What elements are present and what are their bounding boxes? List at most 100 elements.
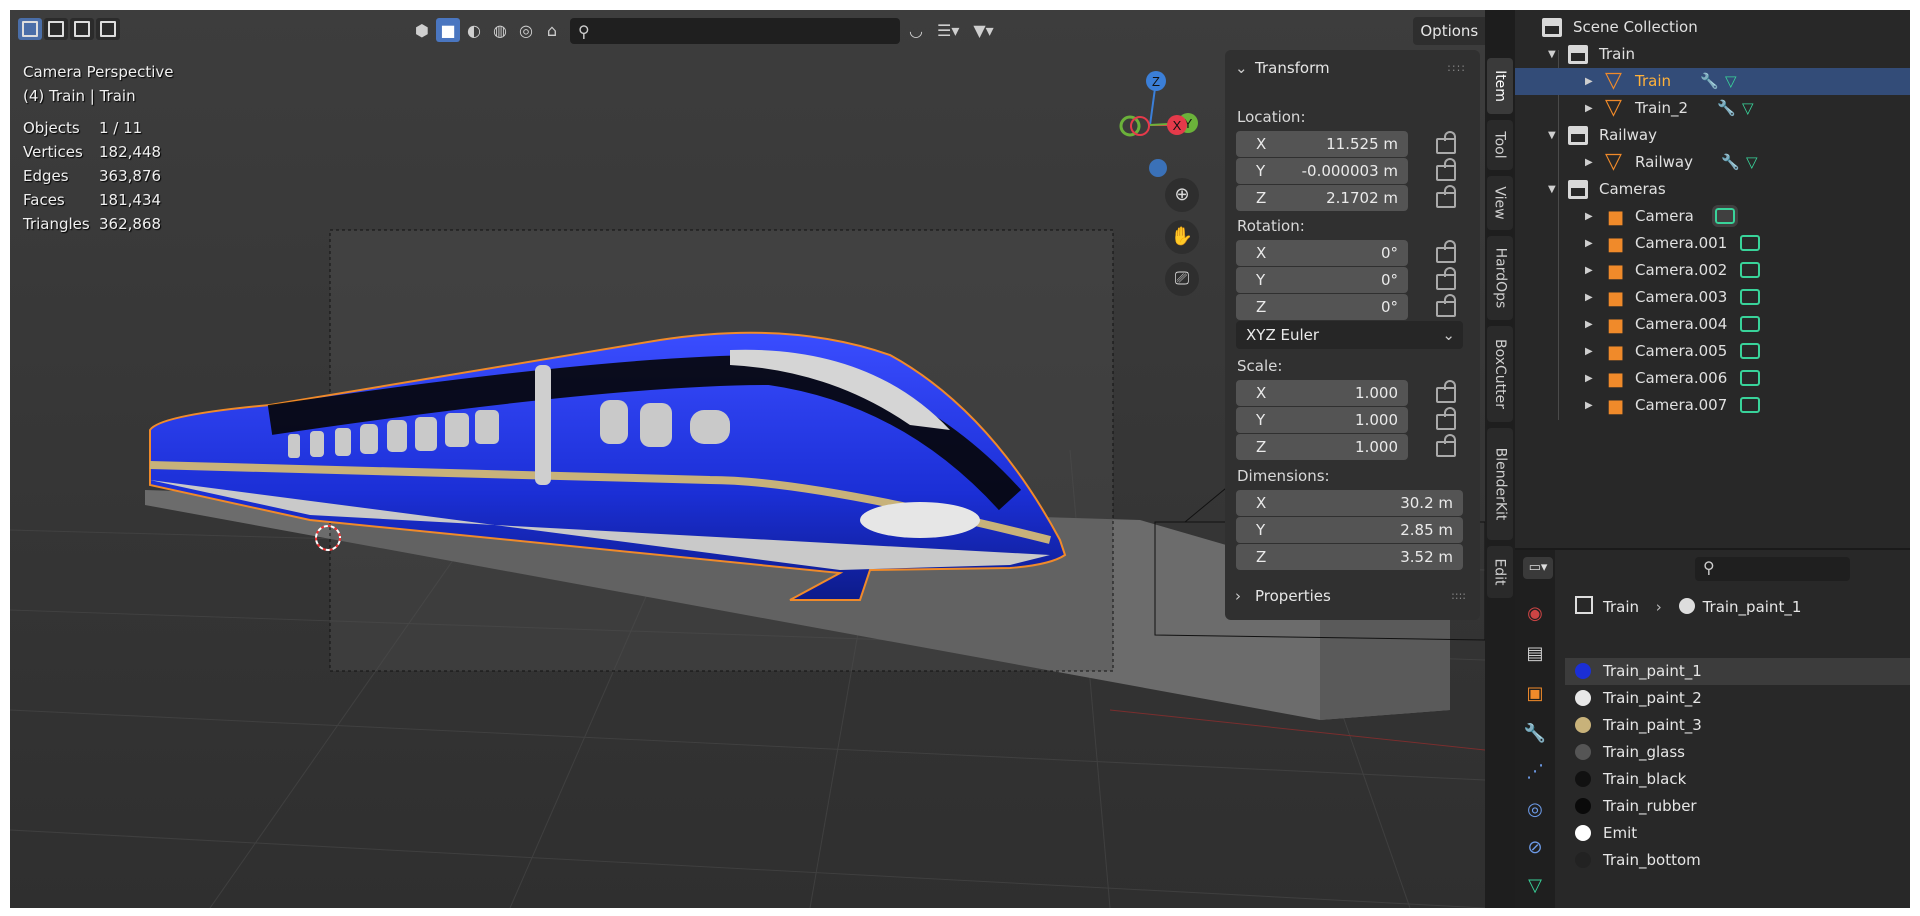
output-props-icon[interactable]: ▤: [1519, 640, 1551, 668]
expand-triangle-icon[interactable]: ▶: [1585, 311, 1593, 338]
properties-panel-header[interactable]: › Properties ::::: [1225, 578, 1480, 614]
expand-triangle-icon[interactable]: ▶: [1585, 392, 1593, 419]
outliner-object-train[interactable]: ▶ Train 🔧 ▽: [1515, 67, 1910, 95]
tab-view[interactable]: View: [1487, 176, 1513, 230]
camera-data-icon[interactable]: [1740, 370, 1760, 386]
camera-data-icon[interactable]: [1740, 289, 1760, 305]
tab-tool[interactable]: Tool: [1487, 120, 1513, 170]
rotation-y-field[interactable]: Y 0°: [1236, 267, 1408, 293]
location-y-field[interactable]: Y -0.000003 m: [1236, 158, 1408, 184]
constraints-icon[interactable]: ⊘: [1519, 834, 1551, 862]
object-props-icon[interactable]: ▣: [1519, 680, 1551, 708]
camera-data-icon[interactable]: [1740, 262, 1760, 278]
dimensions-y-field[interactable]: Y 2.85 m: [1236, 517, 1463, 543]
outliner-collection-railway[interactable]: ▼ Railway: [1515, 122, 1910, 149]
expand-triangle-icon[interactable]: ▶: [1585, 68, 1593, 95]
lock-icon[interactable]: [1436, 267, 1456, 290]
lock-icon[interactable]: [1436, 240, 1456, 263]
expand-triangle-icon[interactable]: ▶: [1585, 95, 1593, 122]
navigation-gizmo[interactable]: Z Y X: [1100, 65, 1220, 185]
modifier-wrench-icon[interactable]: 🔧: [1721, 149, 1740, 176]
outliner-object-camera[interactable]: ▶ Camera.001: [1515, 230, 1910, 258]
material-slot[interactable]: Train_paint_1: [1565, 658, 1910, 685]
solid-shading-icon[interactable]: ■: [436, 18, 460, 42]
mesh-data-icon[interactable]: ▽: [1746, 149, 1758, 176]
material-slot[interactable]: Train_rubber: [1565, 793, 1910, 820]
expand-triangle-icon[interactable]: ▶: [1585, 230, 1593, 257]
camera-view-icon[interactable]: ⎚: [1165, 262, 1199, 296]
mesh-data-icon[interactable]: ▽: [1742, 95, 1754, 122]
lock-icon[interactable]: [1436, 158, 1456, 181]
wireframe-shading-icon[interactable]: ⬢: [410, 18, 434, 42]
expand-triangle-icon[interactable]: ▶: [1585, 149, 1593, 176]
outliner-object-camera[interactable]: ▶ Camera.005: [1515, 338, 1910, 366]
rotation-z-field[interactable]: Z 0°: [1236, 294, 1408, 320]
location-z-field[interactable]: Z 2.1702 m: [1236, 185, 1408, 211]
material-slot[interactable]: Train_glass: [1565, 739, 1910, 766]
material-slot[interactable]: Train_paint_2: [1565, 685, 1910, 712]
scale-y-field[interactable]: Y 1.000: [1236, 407, 1408, 433]
rotation-mode-select[interactable]: XYZ Euler ⌄: [1236, 321, 1463, 349]
modifier-wrench-icon[interactable]: 🔧: [1717, 95, 1736, 122]
material-slot[interactable]: Train_black: [1565, 766, 1910, 793]
expand-triangle-icon[interactable]: ▶: [1585, 365, 1593, 392]
camera-data-icon[interactable]: [1740, 397, 1760, 413]
select-subtract-icon[interactable]: [70, 18, 94, 40]
camera-data-icon[interactable]: [1712, 205, 1738, 227]
outliner-collection-cameras[interactable]: ▼ Cameras: [1515, 176, 1910, 203]
drag-handle-icon[interactable]: ::::: [1447, 50, 1466, 86]
collapse-triangle-icon[interactable]: ▼: [1548, 41, 1556, 68]
filter-icon[interactable]: ▼▾: [969, 18, 997, 44]
dimensions-x-field[interactable]: X 30.2 m: [1236, 490, 1463, 516]
camera-data-icon[interactable]: [1740, 316, 1760, 332]
outliner-object-camera[interactable]: ▶ Camera: [1515, 203, 1910, 231]
lock-icon[interactable]: [1436, 434, 1456, 457]
material-slot[interactable]: Train_bottom: [1565, 847, 1910, 874]
outliner-object-railway[interactable]: ▶ Railway 🔧 ▽: [1515, 148, 1910, 176]
location-x-field[interactable]: X 11.525 m: [1236, 131, 1408, 157]
scale-z-field[interactable]: Z 1.000: [1236, 434, 1408, 460]
modifier-wrench-icon[interactable]: 🔧: [1700, 68, 1719, 95]
outliner-object-camera[interactable]: ▶ Camera.002: [1515, 257, 1910, 285]
rotation-x-field[interactable]: X 0°: [1236, 240, 1408, 266]
mesh-data-icon[interactable]: ▽: [1519, 872, 1551, 900]
outliner-collection-train[interactable]: ▼ Train: [1515, 41, 1910, 68]
properties-search-input[interactable]: ⚲: [1695, 557, 1850, 581]
select-extend-icon[interactable]: [44, 18, 68, 40]
expand-triangle-icon[interactable]: ▶: [1585, 257, 1593, 284]
tab-edit[interactable]: Edit: [1487, 546, 1513, 598]
outliner-object-train-2[interactable]: ▶ Train_2 🔧 ▽: [1515, 94, 1910, 122]
drop-icon[interactable]: ◍: [488, 18, 512, 42]
tab-item[interactable]: Item: [1487, 58, 1513, 114]
particles-icon[interactable]: ⋰: [1519, 758, 1551, 786]
select-intersect-icon[interactable]: [96, 18, 120, 40]
expand-triangle-icon[interactable]: ▶: [1585, 203, 1593, 230]
outliner-object-camera[interactable]: ▶ Camera.007: [1515, 392, 1910, 420]
transform-panel-header[interactable]: ⌄ Transform ::::: [1225, 50, 1480, 86]
tab-hardops[interactable]: HardOps: [1487, 236, 1513, 320]
scale-x-field[interactable]: X 1.000: [1236, 380, 1408, 406]
collapse-triangle-icon[interactable]: ▼: [1548, 122, 1556, 149]
material-slot[interactable]: Emit: [1565, 820, 1910, 847]
pan-hand-icon[interactable]: ✋: [1165, 220, 1199, 254]
camera-data-icon[interactable]: [1740, 343, 1760, 359]
render-props-icon[interactable]: ◉: [1519, 600, 1551, 628]
outliner-object-camera[interactable]: ▶ Camera.003: [1515, 284, 1910, 312]
camera-data-icon[interactable]: [1740, 235, 1760, 251]
lock-icon[interactable]: [1436, 131, 1456, 154]
expand-triangle-icon[interactable]: ▶: [1585, 338, 1593, 365]
lock-icon[interactable]: [1436, 185, 1456, 208]
physics-icon[interactable]: ◎: [1519, 796, 1551, 824]
material-shading-icon[interactable]: ◐: [462, 18, 486, 42]
editor-type-icon[interactable]: ▭▾: [1523, 557, 1553, 579]
lock-icon[interactable]: [1436, 380, 1456, 403]
zoom-icon[interactable]: ⊕: [1165, 178, 1199, 212]
expand-triangle-icon[interactable]: ▶: [1585, 284, 1593, 311]
rendered-shading-icon[interactable]: ◎: [514, 18, 538, 42]
overlay-toggle-icon[interactable]: ◡: [905, 18, 927, 44]
outliner-scene-collection[interactable]: Scene Collection: [1515, 14, 1910, 41]
brush-icon[interactable]: ⌂: [540, 18, 564, 42]
material-slot[interactable]: Train_paint_3: [1565, 712, 1910, 739]
modifier-wrench-icon[interactable]: 🔧: [1519, 720, 1551, 748]
3d-viewport[interactable]: ⬢ ■ ◐ ◍ ◎ ⌂ ⚲ ◡ ☰▾ ▼▾ Options ⌄ Camera P…: [10, 10, 1485, 908]
